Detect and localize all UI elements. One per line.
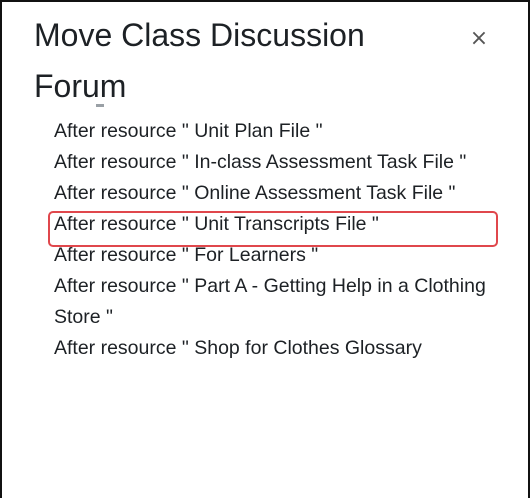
move-position-item[interactable]: After resource " For Learners " (2, 240, 528, 271)
move-dialog: Move Class Discussion Forum × After reso… (0, 0, 530, 498)
move-position-item[interactable]: After resource " In-class Assessment Tas… (2, 147, 528, 178)
scrolled-item-remnant (96, 104, 104, 107)
close-icon[interactable]: × (464, 24, 494, 54)
move-position-item[interactable]: After resource " Part A - Getting Help i… (2, 271, 528, 333)
move-position-item[interactable]: After resource " Unit Plan File " (2, 116, 528, 147)
dialog-title: Move Class Discussion Forum (34, 17, 365, 104)
move-position-item[interactable]: After resource " Shop for Clothes Glossa… (2, 333, 528, 364)
move-position-list: After resource " Unit Plan File " After … (2, 116, 528, 364)
move-position-item-highlighted[interactable]: After resource " Unit Transcripts File " (2, 209, 528, 247)
move-position-item[interactable]: After resource " Online Assessment Task … (2, 178, 528, 209)
